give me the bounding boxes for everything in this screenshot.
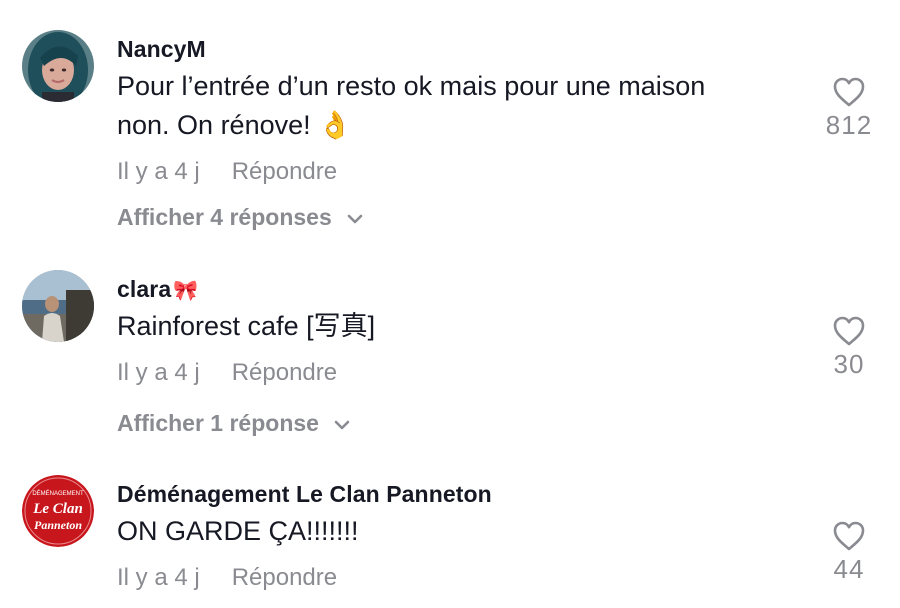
reply-button[interactable]: Répondre (232, 158, 337, 185)
logo-top-text: DÉMÉNAGEMENT (32, 490, 84, 497)
comment-text-line: ON GARDE ÇA!!!!!!! (117, 516, 359, 546)
like-button[interactable]: 812 (810, 76, 888, 141)
avatar[interactable] (22, 30, 94, 102)
comment-text-line: Pour l’entrée d’un resto ok mais pour un… (117, 71, 706, 101)
chevron-down-icon (333, 410, 351, 437)
timestamp: Il y a 4 j (117, 564, 200, 591)
comment-text-line: non. On rénove! 👌 (117, 110, 352, 140)
like-button[interactable]: 30 (810, 315, 888, 380)
reply-button[interactable]: Répondre (232, 564, 337, 591)
logo-line-1: Le Clan (32, 501, 83, 517)
comment-meta: Il y a 4 j Répondre (117, 158, 337, 186)
comment-text: Rainforest cafe [写真] (117, 307, 797, 346)
view-replies-label: Afficher 4 réponses (117, 204, 332, 230)
like-count: 30 (833, 349, 865, 379)
heart-outline-icon (833, 521, 865, 551)
username-text: clara (117, 276, 172, 302)
reply-button[interactable]: Répondre (232, 359, 337, 386)
comment-text: ON GARDE ÇA!!!!!!! (117, 512, 797, 551)
comment-text: Pour l’entrée d’un resto ok mais pour un… (117, 67, 797, 145)
timestamp: Il y a 4 j (117, 158, 200, 185)
like-button[interactable]: 44 (810, 520, 888, 585)
view-replies-label: Afficher 1 réponse (117, 410, 319, 436)
timestamp: Il y a 4 j (117, 359, 200, 386)
username-text: NancyM (117, 36, 206, 62)
comment-meta: Il y a 4 j Répondre (117, 359, 337, 387)
comment-meta: Il y a 4 j Répondre (117, 564, 337, 592)
view-replies-button[interactable]: Afficher 1 réponse (117, 410, 351, 437)
company-logo: DÉMÉNAGEMENT Le Clan Panneton (22, 475, 94, 547)
ribbon-emoji: 🎀 (173, 280, 199, 302)
view-replies-button[interactable]: Afficher 4 réponses (117, 204, 364, 231)
avatar[interactable] (22, 270, 94, 342)
comment-username[interactable]: clara 🎀 (117, 276, 198, 303)
heart-outline-icon (833, 77, 865, 107)
comment-text-line: Rainforest cafe [写真] (117, 311, 376, 341)
like-count: 44 (833, 554, 865, 584)
comment-username[interactable]: NancyM (117, 36, 206, 63)
chevron-down-icon (346, 204, 364, 231)
like-count: 812 (825, 110, 873, 140)
logo-line-2: Panneton (34, 518, 82, 532)
avatar[interactable]: DÉMÉNAGEMENT Le Clan Panneton (22, 475, 94, 547)
username-text: Déménagement Le Clan Panneton (117, 481, 492, 507)
heart-outline-icon (833, 316, 865, 346)
comment-username[interactable]: Déménagement Le Clan Panneton (117, 481, 492, 508)
